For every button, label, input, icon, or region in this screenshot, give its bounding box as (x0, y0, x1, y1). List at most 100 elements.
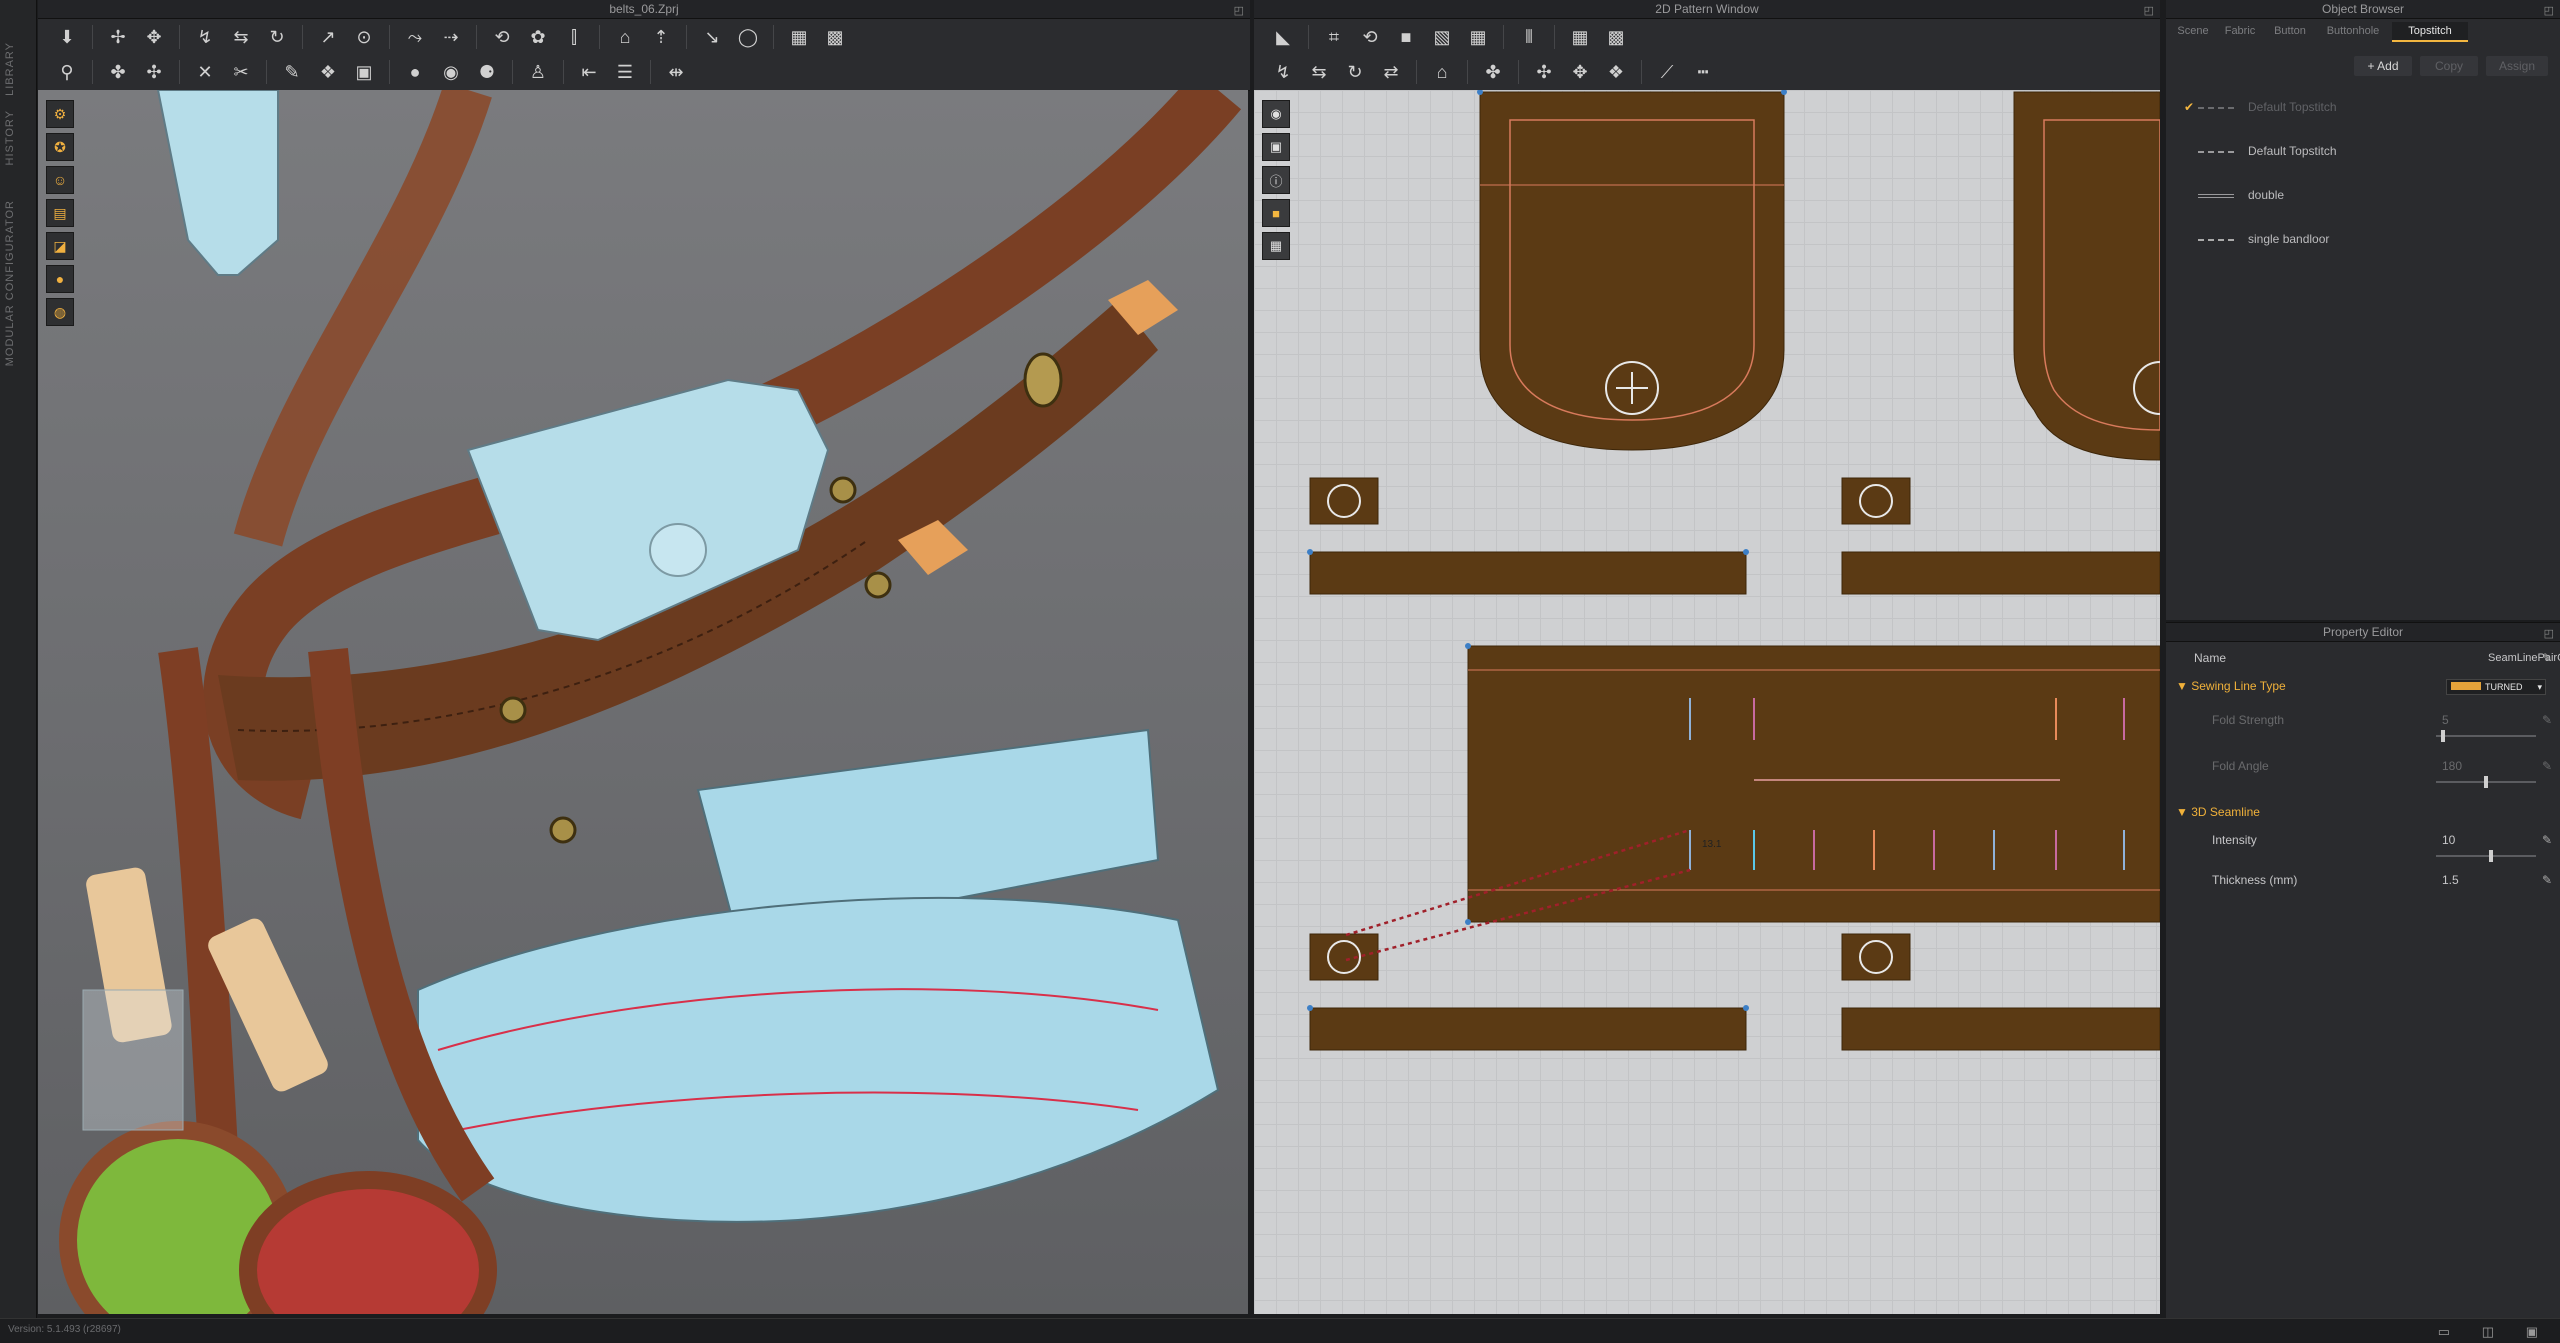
show-pattern-icon[interactable]: ◉ (1262, 100, 1290, 128)
layer-view-icon[interactable]: ▦ (1262, 232, 1290, 260)
mesh-icon[interactable]: ▩ (1601, 22, 1631, 52)
tape-icon[interactable]: ⊙ (349, 22, 379, 52)
pattern-view-icon[interactable]: ▣ (1262, 133, 1290, 161)
intensity-slider[interactable] (2436, 850, 2536, 862)
stitch-icon[interactable]: ✤ (1478, 57, 1508, 87)
puckering-icon[interactable]: ⇡ (646, 22, 676, 52)
tab-scene[interactable]: Scene (2172, 22, 2214, 40)
intensity-value[interactable]: 10 (2442, 829, 2455, 851)
topstitch-item[interactable]: double (2188, 183, 2548, 207)
trim-icon[interactable]: ✎ (277, 57, 307, 87)
check-sewing-icon[interactable]: ⇄ (1376, 57, 1406, 87)
mesh-icon[interactable]: ▩ (820, 22, 850, 52)
fold-angle-slider[interactable] (2436, 776, 2536, 788)
info-icon[interactable]: ⓘ (1262, 166, 1290, 194)
select-move-icon[interactable]: ⬇ (52, 22, 82, 52)
layout-grid-icon[interactable]: ▣ (2526, 1321, 2538, 1343)
pattern-icon[interactable]: ❖ (313, 57, 343, 87)
maximize-icon[interactable]: ◰ (2544, 2, 2554, 20)
avatar-icon[interactable]: ☺ (46, 166, 74, 194)
solid-icon[interactable]: ◉ (436, 57, 466, 87)
texture-icon[interactable]: ▣ (349, 57, 379, 87)
topstitch-item[interactable]: Default Topstitch (2188, 139, 2548, 163)
fold-icon[interactable]: ⇢ (436, 22, 466, 52)
3d-viewport[interactable] (38, 90, 1248, 1314)
lasso-icon[interactable]: ↘ (697, 22, 727, 52)
internal-shape-icon[interactable]: ▦ (1463, 22, 1493, 52)
layer-icon[interactable]: ☰ (610, 57, 640, 87)
trace-icon[interactable]: ⌂ (1427, 57, 1457, 87)
button-icon[interactable]: ✣ (1529, 57, 1559, 87)
cut-icon[interactable]: ✂ (226, 57, 256, 87)
fold-arrangement-icon[interactable]: ✥ (139, 22, 169, 52)
edit-curvature-icon[interactable]: ⟲ (1355, 22, 1385, 52)
skin-icon[interactable]: ● (46, 265, 74, 293)
button-tool-icon[interactable]: ✤ (103, 57, 133, 87)
topstitch-item[interactable]: ✔ Default Topstitch (2184, 95, 2548, 119)
maximize-icon[interactable]: ◰ (1234, 2, 1244, 20)
grid-icon[interactable]: ▦ (784, 22, 814, 52)
stitch-icon[interactable]: ⌂ (610, 22, 640, 52)
segment-sewing-icon[interactable]: ↯ (190, 22, 220, 52)
slider-knob[interactable] (2440, 730, 2445, 742)
edit-pattern-icon[interactable]: ⌗ (1319, 22, 1349, 52)
layout-split-icon[interactable]: ◫ (2482, 1321, 2494, 1343)
fabric-color-icon[interactable]: ■ (1262, 199, 1290, 227)
sewing-type-select[interactable]: TURNED ▾ (2446, 679, 2546, 695)
fabric-render-icon[interactable]: ▤ (46, 199, 74, 227)
2d-pattern-window[interactable]: 13.1 (1254, 90, 2160, 1314)
transform-pattern-icon[interactable]: ✢ (103, 22, 133, 52)
transform-icon[interactable]: ◣ (1268, 22, 1298, 52)
garment-fit-icon[interactable]: ✿ (523, 22, 553, 52)
tab-button[interactable]: Button (2266, 22, 2314, 40)
modular-configurator-tab[interactable]: MODULAR CONFIGURATOR (4, 200, 16, 366)
tack-icon[interactable]: ↗ (313, 22, 343, 52)
add-button[interactable]: + Add (2354, 56, 2412, 76)
buttonhole-icon[interactable]: ✥ (1565, 57, 1595, 87)
edit-sewing-icon[interactable]: ↻ (1340, 57, 1370, 87)
layout-single-icon[interactable]: ▭ (2438, 1321, 2450, 1343)
edit-icon[interactable]: ✎ (2542, 709, 2552, 731)
3d-seamline-section[interactable]: ▼ 3D Seamline (2166, 801, 2560, 823)
topstitch-item[interactable]: single bandloor (2188, 227, 2548, 251)
fold-strength-slider[interactable] (2436, 730, 2536, 742)
pleat-icon[interactable]: ⫴ (1514, 22, 1544, 52)
copy-button[interactable]: Copy (2420, 56, 2478, 76)
globe-icon[interactable]: ◍ (46, 298, 74, 326)
pattern-texture-icon[interactable]: ❖ (1601, 57, 1631, 87)
dash-line-icon[interactable]: ┅ (1688, 57, 1718, 87)
loop-icon[interactable]: ◯ (733, 22, 763, 52)
rectangle-icon[interactable]: ■ (1391, 22, 1421, 52)
figure-icon[interactable]: ♙ (523, 57, 553, 87)
library-tab[interactable]: LIBRARY (4, 42, 16, 96)
tab-buttonhole[interactable]: Buttonhole (2318, 22, 2388, 40)
pin-icon[interactable]: ⤳ (400, 22, 430, 52)
edit-icon[interactable]: ✎ (2542, 869, 2552, 891)
slider-knob[interactable] (2484, 776, 2488, 788)
expand-icon[interactable]: ⇹ (661, 57, 691, 87)
segment-sewing-icon[interactable]: ↯ (1268, 57, 1298, 87)
assign-button[interactable]: Assign (2486, 56, 2548, 76)
align-icon[interactable]: ⇤ (574, 57, 604, 87)
slider-knob[interactable] (2488, 850, 2493, 862)
display-avatar-icon[interactable]: ⚙ (46, 100, 74, 128)
polygon-icon[interactable]: ▧ (1427, 22, 1457, 52)
zipper-icon[interactable]: ✕ (190, 57, 220, 87)
free-sewing-icon[interactable]: ⇆ (226, 22, 256, 52)
select-button-icon[interactable]: ✣ (139, 57, 169, 87)
avatar-pose-icon[interactable]: ⚲ (52, 57, 82, 87)
edit-icon[interactable]: ✎ (2542, 829, 2552, 851)
maximize-icon[interactable]: ◰ (2544, 625, 2554, 643)
spray-icon[interactable]: ⚈ (472, 57, 502, 87)
free-sewing-icon[interactable]: ⇆ (1304, 57, 1334, 87)
edit-icon[interactable]: ✎ (2542, 647, 2552, 669)
history-tab[interactable]: HISTORY (4, 110, 16, 166)
display-garment-icon[interactable]: ✪ (46, 133, 74, 161)
grid-icon[interactable]: ▦ (1565, 22, 1595, 52)
tab-fabric[interactable]: Fabric (2218, 22, 2262, 40)
edit-sewing-icon[interactable]: ↻ (262, 22, 292, 52)
simulation-icon[interactable]: ⫿ (559, 22, 589, 52)
tab-topstitch[interactable]: Topstitch (2392, 22, 2468, 42)
sewing-line-section[interactable]: ▼ Sewing Line Type TURNED ▾ (2166, 675, 2560, 697)
edit-icon[interactable]: ✎ (2542, 755, 2552, 777)
